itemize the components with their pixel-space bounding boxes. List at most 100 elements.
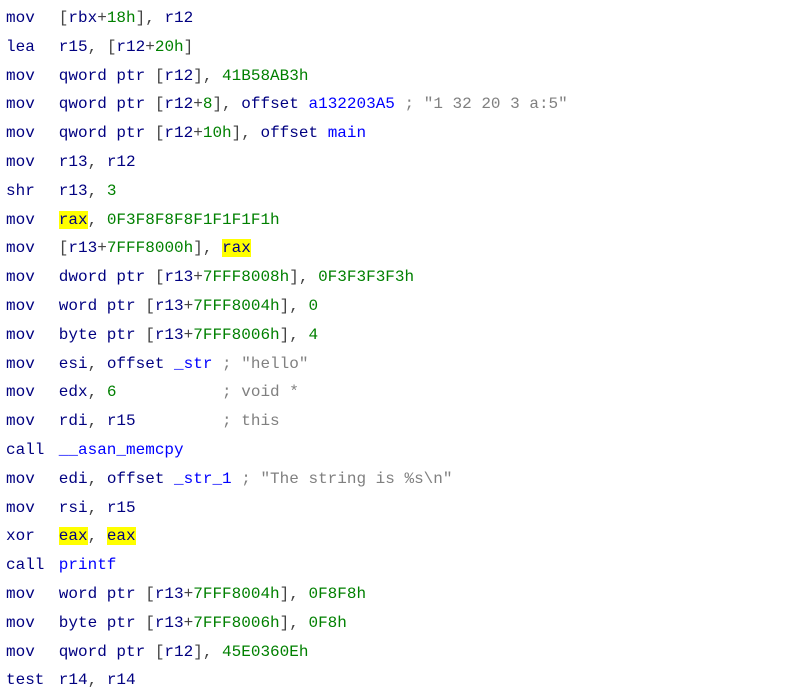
asm-line[interactable]: mov[rbx+18h], r12 [6, 4, 792, 33]
token-reg: edx [59, 383, 88, 401]
asm-line[interactable]: shrr13, 3 [6, 177, 792, 206]
token-num: 4 [308, 326, 318, 344]
mnemonic: shr [6, 177, 59, 206]
asm-line[interactable]: call__asan_memcpy [6, 436, 792, 465]
token-reg: rsi [59, 499, 88, 517]
asm-line[interactable]: movbyte ptr [r13+7FFF8006h], 0F8h [6, 609, 792, 638]
token-punct: , [88, 211, 107, 229]
token-reg: r13 [59, 153, 88, 171]
operands: word ptr [r13+7FFF8004h], 0F8F8h [59, 585, 366, 603]
token-punct: + [184, 614, 194, 632]
asm-line[interactable]: movdword ptr [r13+7FFF8008h], 0F3F3F3F3h [6, 263, 792, 292]
token-punct: , [88, 355, 107, 373]
token-punct: , [88, 527, 107, 545]
token-punct: + [193, 124, 203, 142]
asm-line[interactable]: movqword ptr [r12], 45E0360Eh [6, 638, 792, 667]
token-kw: offset [260, 124, 318, 142]
token-kw: qword ptr [59, 67, 145, 85]
asm-line[interactable]: movqword ptr [r12+8], offset a132203A5 ;… [6, 90, 792, 119]
token-num: 0F3F3F3F3h [318, 268, 414, 286]
asm-line[interactable]: movesi, offset _str ; "hello" [6, 350, 792, 379]
asm-line[interactable]: movqword ptr [r12], 41B58AB3h [6, 62, 792, 91]
token-kw: word ptr [59, 297, 136, 315]
asm-line[interactable]: movr13, r12 [6, 148, 792, 177]
token-cmt: ; "The string is %s\n" [241, 470, 452, 488]
token-reg: r12 [107, 153, 136, 171]
token-hl: rax [222, 239, 251, 257]
token-num: 18h [107, 9, 136, 27]
operands: byte ptr [r13+7FFF8006h], 0F8h [59, 614, 347, 632]
token-punct: [ [59, 239, 69, 257]
token-punct: , [88, 470, 107, 488]
asm-line[interactable]: movrax, 0F3F8F8F8F1F1F1F1h [6, 206, 792, 235]
token-punct: ], [136, 9, 165, 27]
asm-line[interactable]: movedx, 6 ; void * [6, 378, 792, 407]
token-num: 0F8F8h [308, 585, 366, 603]
mnemonic: mov [6, 148, 59, 177]
token-kw: offset [241, 95, 299, 113]
token-punct: ], [280, 585, 309, 603]
token-sym: _str [174, 355, 212, 373]
token-punct: [ [145, 95, 164, 113]
mnemonic: mov [6, 378, 59, 407]
asm-line[interactable]: movword ptr [r13+7FFF8004h], 0 [6, 292, 792, 321]
token-punct: [ [136, 585, 155, 603]
mnemonic: mov [6, 321, 59, 350]
asm-line[interactable]: testr14, r14 [6, 666, 792, 695]
asm-line[interactable]: movedi, offset _str_1 ; "The string is %… [6, 465, 792, 494]
token-kw: qword ptr [59, 95, 145, 113]
mnemonic: mov [6, 62, 59, 91]
token-punct: + [184, 326, 194, 344]
token-hl: eax [59, 527, 88, 545]
token-punct: ], [212, 95, 241, 113]
token-txt [164, 470, 174, 488]
token-reg: r12 [164, 9, 193, 27]
asm-line[interactable]: callprintf [6, 551, 792, 580]
asm-line[interactable]: movrdi, r15 ; this [6, 407, 792, 436]
token-num: 10h [203, 124, 232, 142]
token-num: 7FFF8004h [193, 297, 279, 315]
token-reg: r13 [155, 614, 184, 632]
token-num: 0 [308, 297, 318, 315]
token-punct: [ [59, 9, 69, 27]
token-reg: r14 [107, 671, 136, 689]
token-kw: offset [107, 355, 165, 373]
operands: edi, offset _str_1 ; "The string is %s\n… [59, 470, 453, 488]
token-punct: ], [232, 124, 261, 142]
mnemonic: mov [6, 407, 59, 436]
asm-line[interactable]: xoreax, eax [6, 522, 792, 551]
token-reg: r12 [164, 67, 193, 85]
operands: qword ptr [r12+8], offset a132203A5 ; "1… [59, 95, 568, 113]
disassembly-listing: mov[rbx+18h], r12lear15, [r12+20h]movqwo… [0, 0, 798, 699]
token-num: 45E0360Eh [222, 643, 308, 661]
token-punct: , [88, 412, 107, 430]
operands: byte ptr [r13+7FFF8006h], 4 [59, 326, 318, 344]
token-num: 3 [107, 182, 117, 200]
token-punct: [ [145, 268, 164, 286]
token-kw: dword ptr [59, 268, 145, 286]
token-kw: word ptr [59, 585, 136, 603]
token-num: 7FFF8006h [193, 326, 279, 344]
operands: qword ptr [r12+10h], offset main [59, 124, 366, 142]
token-punct: ], [193, 239, 222, 257]
token-punct: + [193, 95, 203, 113]
token-txt [136, 412, 222, 430]
operands: rdi, r15 ; this [59, 412, 280, 430]
token-txt [212, 355, 222, 373]
asm-line[interactable]: lear15, [r12+20h] [6, 33, 792, 62]
token-punct: ] [184, 38, 194, 56]
token-cmt: ; this [222, 412, 280, 430]
operands: r13, 3 [59, 182, 117, 200]
token-sym: a132203A5 [308, 95, 394, 113]
asm-line[interactable]: movword ptr [r13+7FFF8004h], 0F8F8h [6, 580, 792, 609]
token-punct: , [ [88, 38, 117, 56]
asm-line[interactable]: movbyte ptr [r13+7FFF8006h], 4 [6, 321, 792, 350]
mnemonic: mov [6, 234, 59, 263]
operands: printf [59, 556, 117, 574]
mnemonic: mov [6, 90, 59, 119]
asm-line[interactable]: movqword ptr [r12+10h], offset main [6, 119, 792, 148]
token-reg: r12 [164, 95, 193, 113]
token-punct: + [184, 297, 194, 315]
asm-line[interactable]: movrsi, r15 [6, 494, 792, 523]
asm-line[interactable]: mov[r13+7FFF8000h], rax [6, 234, 792, 263]
